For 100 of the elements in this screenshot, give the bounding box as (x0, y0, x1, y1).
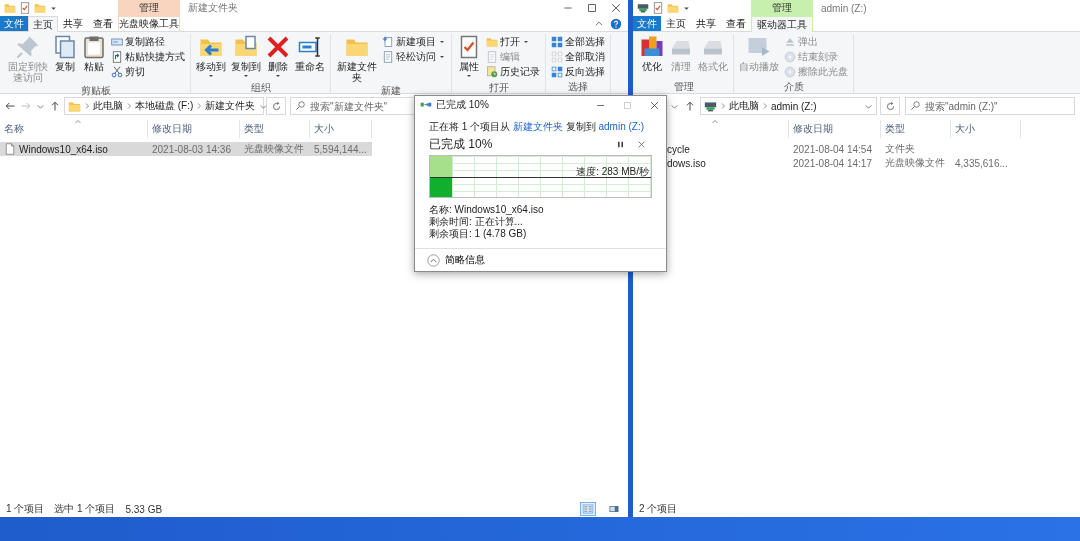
file-tab[interactable]: 文件 (0, 16, 28, 31)
group-label: 组织 (250, 81, 271, 94)
detail-text: 名称: Windows10_x64.iso (429, 204, 545, 216)
file-row[interactable]: Windows10_x64.iso 2021-08-03 14:36 光盘映像文件 5,594,144... (0, 142, 372, 156)
ribbon-tab[interactable]: 光盘映像工具 (118, 16, 180, 31)
ribbon-button[interactable]: 粘贴 (80, 34, 108, 73)
group-label: 新建 (381, 84, 401, 97)
path-icon (111, 36, 123, 48)
window-title: admin (Z:) (821, 2, 867, 14)
document-icon (382, 51, 394, 63)
breadcrumb[interactable]: 此电脑 (93, 99, 123, 113)
arrow-right-icon (20, 100, 32, 112)
half-grid-icon (551, 66, 563, 78)
ribbon-button[interactable]: 新建项目 (380, 35, 448, 49)
close-icon (610, 2, 622, 14)
group-label: 介质 (783, 80, 804, 93)
breadcrumb[interactable]: 本地磁盘 (F:) (135, 99, 194, 113)
back-button[interactable] (3, 100, 17, 112)
pause-icon (616, 139, 625, 149)
breadcrumb[interactable]: 此电脑 (729, 99, 759, 113)
refresh-button[interactable] (880, 97, 900, 115)
ribbon-button[interactable]: 粘贴快捷方式 (109, 50, 187, 64)
address-bar[interactable]: 此电脑 admin (Z:) (700, 97, 877, 115)
chevron-icon (761, 102, 769, 110)
file-tab[interactable]: 文件 (633, 16, 661, 31)
ribbon-button[interactable]: 复制到 (229, 34, 263, 81)
ribbon-button[interactable]: 复制路径 (109, 35, 187, 49)
ribbon-button[interactable]: 全部选择 (549, 35, 607, 49)
ribbon-tab[interactable]: 驱动器工具 (751, 16, 813, 32)
ribbon-button[interactable]: 移动到 (194, 34, 228, 81)
ribbon-button[interactable]: 全部取消 (549, 50, 607, 64)
ribbon-button[interactable]: 优化 (638, 34, 666, 73)
clipboard-icon (82, 35, 106, 59)
text-cursor-icon (298, 35, 322, 59)
ribbon-button[interactable]: 反向选择 (549, 65, 607, 79)
ribbon-tab[interactable]: 主页 (28, 16, 58, 32)
document-icon (486, 51, 498, 63)
ribbon-button[interactable]: 新建文件夹 (334, 34, 379, 84)
detail-text: 剩余项目: 1 (4.78 GB) (429, 228, 528, 240)
folder-icon (667, 2, 679, 14)
column-header[interactable]: 名称 (0, 122, 28, 136)
refresh-icon (884, 100, 896, 112)
collapse-icon (427, 253, 440, 267)
table-cell: Windows10_x64.iso (19, 143, 108, 155)
table-cell: 文件夹 (885, 142, 915, 156)
details-toggle-button[interactable]: 简略信息 (427, 253, 485, 267)
table-cell: 2021-08-04 14:54 (793, 143, 872, 155)
ribbon-button[interactable]: 属性 (455, 34, 483, 81)
folder-icon (34, 2, 46, 14)
refresh-button[interactable] (266, 97, 286, 115)
breadcrumb[interactable]: 新建文件夹 (205, 99, 256, 113)
group-label: 打开 (488, 81, 509, 94)
table-cell: 4,335,616... (955, 157, 1008, 169)
caret-icon (274, 72, 282, 80)
ribbon-button[interactable]: 打开 (484, 35, 542, 49)
column-header[interactable]: 修改日期 (148, 122, 196, 136)
dialog-title: 已完成 10% (436, 98, 489, 112)
caret-icon (242, 72, 250, 80)
arrow-up-icon (49, 100, 61, 112)
search-icon (910, 100, 921, 111)
column-header[interactable]: 修改日期 (789, 122, 837, 136)
source-link[interactable]: 新建文件夹 (512, 121, 563, 132)
table-cell: 2021-08-03 14:36 (152, 143, 231, 155)
table-cell: 5,594,144... (314, 143, 367, 155)
pages-icon (53, 35, 77, 59)
arrow-up-icon (684, 100, 696, 112)
pin-icon (15, 35, 40, 59)
breadcrumb[interactable]: admin (Z:) (771, 100, 817, 112)
sort-caret-icon (73, 118, 82, 126)
ribbon-button[interactable]: 轻松访问 (380, 50, 448, 64)
table-cell: dows.iso (667, 157, 706, 169)
folder-icon (4, 2, 16, 14)
status-text: 2 个项目 (639, 502, 678, 516)
folder-icon (486, 36, 498, 48)
column-header[interactable]: 类型 (240, 122, 268, 136)
ribbon-button[interactable]: 剪切 (109, 65, 187, 79)
column-header[interactable]: 类型 (881, 122, 909, 136)
chevron-icon (719, 102, 727, 110)
document-plus-icon (382, 36, 394, 48)
search-field[interactable]: 搜索"admin (Z:)" (905, 97, 1075, 115)
disc-icon (784, 66, 796, 78)
group-label: 管理 (674, 80, 694, 93)
computer-icon (637, 2, 649, 14)
ribbon-button[interactable]: 删除 (264, 34, 292, 81)
ribbon-button[interactable]: 历史记录 (484, 65, 542, 79)
ribbon-button[interactable]: 复制 (51, 34, 79, 73)
detail-text: 剩余时间: 正在计算... (429, 216, 524, 228)
details-view-icon (582, 503, 594, 515)
dotted-grid-icon (551, 51, 563, 63)
address-bar[interactable]: 此电脑 本地磁盘 (F:) 新建文件夹 (64, 97, 264, 115)
column-header[interactable]: 大小 (310, 122, 338, 136)
folder-icon (68, 99, 81, 113)
search-icon (295, 100, 306, 111)
ribbon-button[interactable]: 重命名 (293, 34, 327, 73)
disc-icon (784, 51, 796, 63)
column-header[interactable]: 大小 (951, 122, 979, 136)
caret-icon (465, 72, 473, 80)
close-icon (637, 139, 646, 149)
destination-link[interactable]: admin (Z:) (598, 121, 645, 132)
close-icon (649, 99, 660, 111)
